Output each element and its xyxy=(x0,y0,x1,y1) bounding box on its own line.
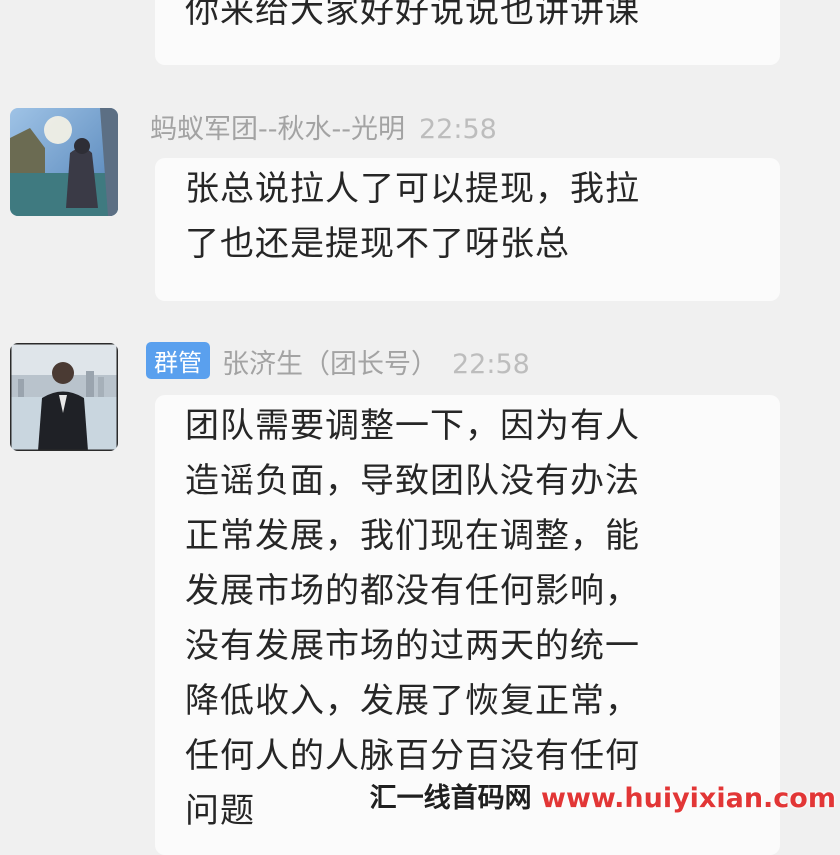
message-bubble[interactable]: 你来给大家好好说说也讲讲课 xyxy=(155,0,780,65)
message-time: 22:58 xyxy=(452,349,530,380)
message-text: 正常发展，我们现在调整，能 xyxy=(185,516,640,556)
watermark-url: www.huiyixian.com xyxy=(541,783,836,814)
avatar[interactable] xyxy=(10,343,118,451)
watermark-name: 汇一线首码网 xyxy=(369,783,532,814)
sender-name[interactable]: 张济生（团长号） xyxy=(222,349,438,380)
message-header: 群管 张济生（团长号） 22:58 xyxy=(146,342,530,381)
message-text: 降低收入，发展了恢复正常， xyxy=(185,681,640,721)
message-text: 了也还是提现不了呀张总 xyxy=(185,224,570,264)
admin-badge: 群管 xyxy=(146,342,210,379)
sender-name[interactable]: 蚂蚁军团--秋水--光明 xyxy=(150,114,405,145)
avatar-photo-icon xyxy=(10,343,118,451)
message-text: 没有发展市场的过两天的统一 xyxy=(185,626,640,666)
avatar-photo-icon xyxy=(10,108,118,216)
message-time: 22:58 xyxy=(418,114,497,145)
message-text: 造谣负面，导致团队没有办法 xyxy=(185,461,640,501)
message-text: 你来给大家好好说说也讲讲课 xyxy=(185,0,640,31)
message-text: 张总说拉人了可以提现，我拉 xyxy=(185,169,640,209)
avatar[interactable] xyxy=(10,108,118,216)
message-text: 发展市场的都没有任何影响， xyxy=(185,571,640,611)
message-text: 团队需要调整一下，因为有人 xyxy=(185,406,640,446)
message-header: 蚂蚁军团--秋水--光明 22:58 xyxy=(150,107,497,146)
message-bubble[interactable]: 张总说拉人了可以提现，我拉 了也还是提现不了呀张总 xyxy=(155,158,780,301)
watermark: 汇一线首码网 www.huiyixian.com xyxy=(370,776,836,815)
